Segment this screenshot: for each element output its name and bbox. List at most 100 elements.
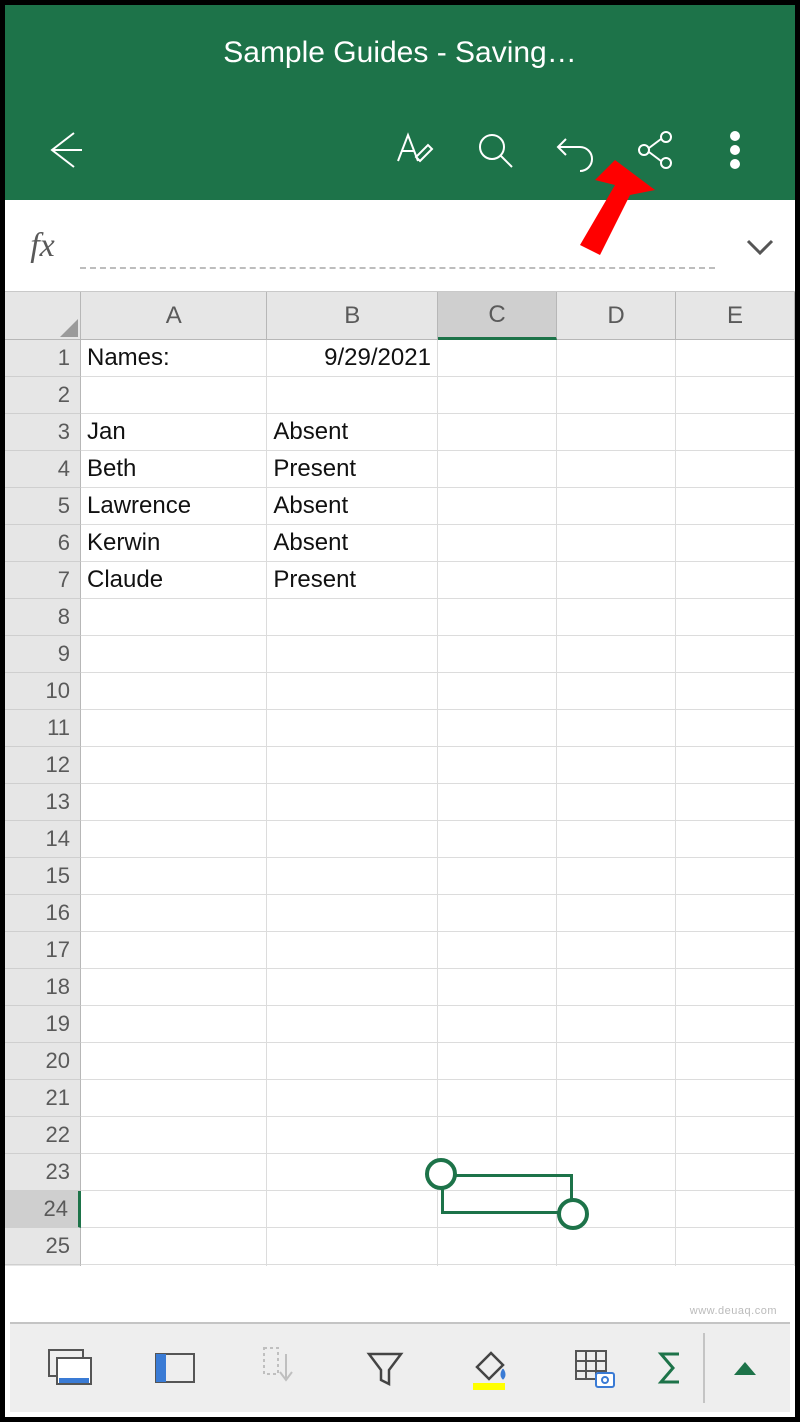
cell-C10[interactable] [438,673,557,710]
expand-ribbon-button[interactable] [709,1323,782,1413]
format-button[interactable] [375,110,455,190]
row-header-12[interactable]: 12 [5,747,81,784]
cell-C18[interactable] [438,969,557,1006]
cell-A9[interactable] [81,636,267,673]
cell-A1[interactable]: Names: [81,340,267,377]
cell-D23[interactable] [557,1154,676,1191]
column-header-D[interactable]: D [557,292,676,340]
cell-D3[interactable] [557,414,676,451]
cell-D7[interactable] [557,562,676,599]
row-header-4[interactable]: 4 [5,451,81,488]
cell-B26[interactable] [267,1265,438,1266]
row-header-20[interactable]: 20 [5,1043,81,1080]
cell-E11[interactable] [676,710,795,747]
cell-C11[interactable] [438,710,557,747]
cell-C24[interactable] [438,1191,557,1228]
row-header-26[interactable]: 26 [5,1265,81,1266]
cell-E2[interactable] [676,377,795,414]
cell-D20[interactable] [557,1043,676,1080]
row-header-19[interactable]: 19 [5,1006,81,1043]
row-header-3[interactable]: 3 [5,414,81,451]
cell-A5[interactable]: Lawrence [81,488,267,525]
cell-C4[interactable] [438,451,557,488]
cell-E24[interactable] [676,1191,795,1228]
cell-B5[interactable]: Absent [267,488,438,525]
row-header-2[interactable]: 2 [5,377,81,414]
row-header-16[interactable]: 16 [5,895,81,932]
more-button[interactable] [695,110,775,190]
cell-A24[interactable] [81,1191,267,1228]
card-view-button[interactable] [123,1323,228,1413]
row-header-13[interactable]: 13 [5,784,81,821]
cell-D18[interactable] [557,969,676,1006]
cell-D1[interactable] [557,340,676,377]
cell-E9[interactable] [676,636,795,673]
sum-button[interactable] [646,1323,698,1413]
row-header-6[interactable]: 6 [5,525,81,562]
column-header-E[interactable]: E [676,292,795,340]
cell-A26[interactable] [81,1265,267,1266]
spreadsheet-grid[interactable]: ABCDE 1234567891011121314151617181920212… [5,292,795,1266]
row-header-18[interactable]: 18 [5,969,81,1006]
cell-B10[interactable] [267,673,438,710]
cell-A16[interactable] [81,895,267,932]
cell-C2[interactable] [438,377,557,414]
cell-A6[interactable]: Kerwin [81,525,267,562]
cell-D11[interactable] [557,710,676,747]
cell-B20[interactable] [267,1043,438,1080]
formula-input[interactable] [80,223,715,269]
search-button[interactable] [455,110,535,190]
cell-D10[interactable] [557,673,676,710]
cell-D25[interactable] [557,1228,676,1265]
cell-B3[interactable]: Absent [267,414,438,451]
cell-D24[interactable] [557,1191,676,1228]
cell-E20[interactable] [676,1043,795,1080]
cell-A15[interactable] [81,858,267,895]
cell-D16[interactable] [557,895,676,932]
row-header-7[interactable]: 7 [5,562,81,599]
row-header-5[interactable]: 5 [5,488,81,525]
cell-B4[interactable]: Present [267,451,438,488]
cell-A25[interactable] [81,1228,267,1265]
filter-button[interactable] [332,1323,437,1413]
cell-A13[interactable] [81,784,267,821]
formula-expand-button[interactable] [725,235,795,257]
cell-B25[interactable] [267,1228,438,1265]
cell-C5[interactable] [438,488,557,525]
row-header-10[interactable]: 10 [5,673,81,710]
autofit-button[interactable] [227,1323,332,1413]
cell-D5[interactable] [557,488,676,525]
cell-C15[interactable] [438,858,557,895]
column-header-B[interactable]: B [267,292,438,340]
row-header-22[interactable]: 22 [5,1117,81,1154]
cell-D12[interactable] [557,747,676,784]
cell-C19[interactable] [438,1006,557,1043]
cell-A18[interactable] [81,969,267,1006]
cell-B7[interactable]: Present [267,562,438,599]
cell-A10[interactable] [81,673,267,710]
cell-E6[interactable] [676,525,795,562]
cell-E8[interactable] [676,599,795,636]
cell-B19[interactable] [267,1006,438,1043]
cell-A3[interactable]: Jan [81,414,267,451]
cell-B8[interactable] [267,599,438,636]
cell-C9[interactable] [438,636,557,673]
column-header-C[interactable]: C [438,292,557,340]
cell-A23[interactable] [81,1154,267,1191]
cell-E13[interactable] [676,784,795,821]
cell-E12[interactable] [676,747,795,784]
cell-A14[interactable] [81,821,267,858]
cell-E5[interactable] [676,488,795,525]
sheets-button[interactable] [18,1323,123,1413]
cell-D8[interactable] [557,599,676,636]
column-header-A[interactable]: A [81,292,267,340]
cell-D4[interactable] [557,451,676,488]
cell-D13[interactable] [557,784,676,821]
cell-C23[interactable] [438,1154,557,1191]
cell-A11[interactable] [81,710,267,747]
cell-B22[interactable] [267,1117,438,1154]
fill-color-button[interactable] [437,1323,542,1413]
cell-A12[interactable] [81,747,267,784]
cell-C25[interactable] [438,1228,557,1265]
cell-C22[interactable] [438,1117,557,1154]
